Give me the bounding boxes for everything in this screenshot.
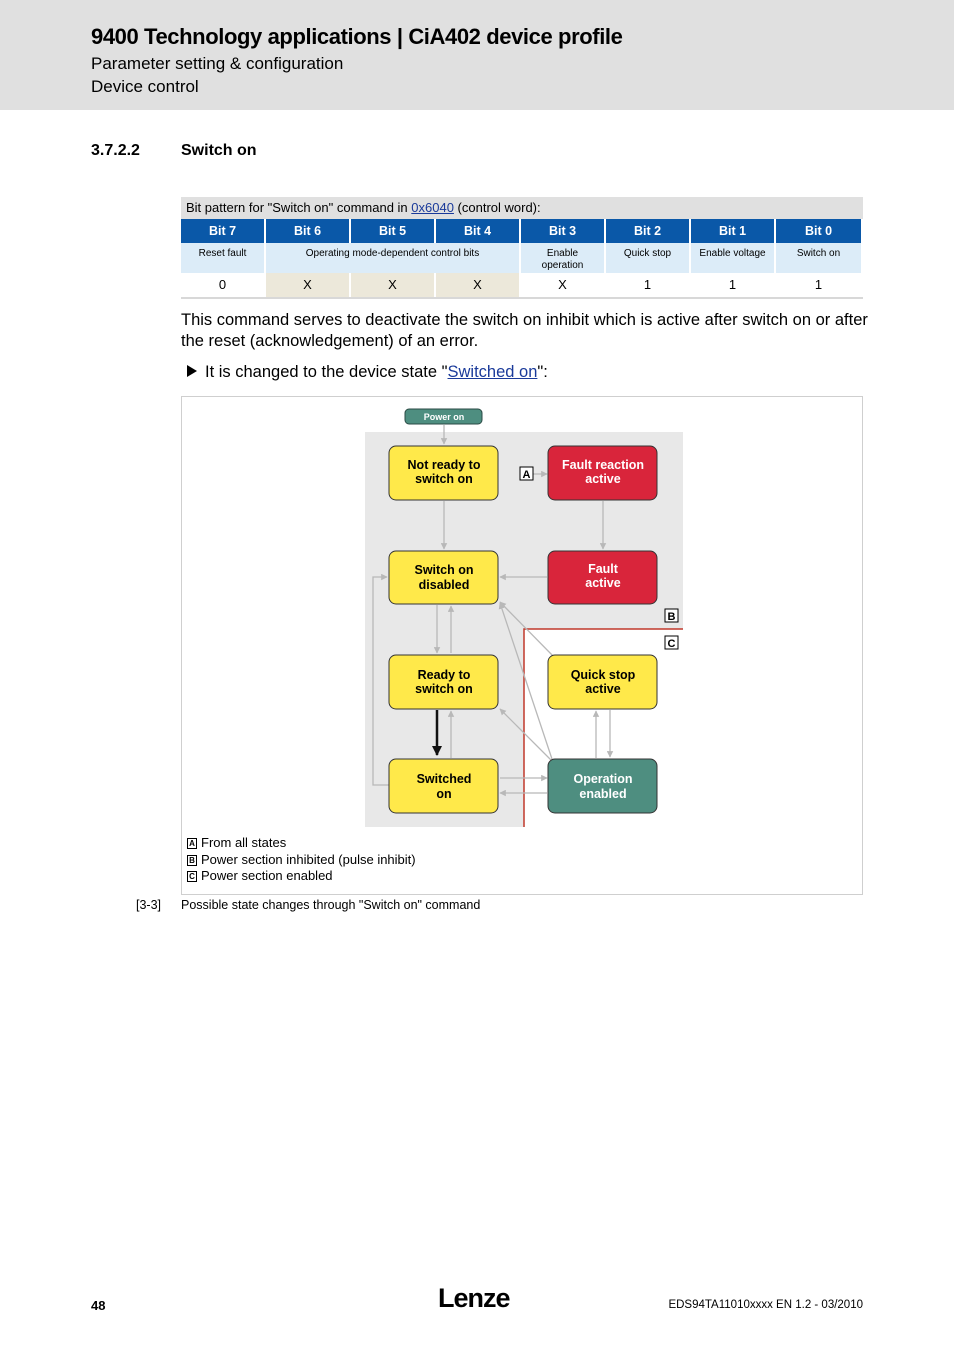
state-label: enabled [579,787,626,801]
lenze-logo: Lenze [438,1283,511,1313]
legend-text: From all states [201,835,287,850]
state-diagram: Power on Not ready to switch on Fault re… [365,408,683,827]
bullet-text: It is changed to the device state " [205,363,448,381]
state-label: Not ready to [408,458,481,472]
page-number: 48 [91,1298,106,1313]
state-not-ready: Not ready to switch on [388,445,499,501]
table-header-row: Bit 7 Bit 6 Bit 5 Bit 4 Bit 3 Bit 2 Bit … [181,219,863,243]
state-label: Quick stop [571,668,636,682]
marker-b: B [664,608,679,623]
state-label: switch on [415,682,473,696]
value-bit0: 1 [776,273,861,297]
state-ready-to-switch-on: Ready to switch on [388,654,499,710]
header-bit1: Bit 1 [691,219,776,243]
marker-c: C [664,635,679,650]
state-fault-reaction: Fault reaction active [547,445,658,501]
control-word-link[interactable]: 0x6040 [411,200,454,215]
desc-enable-operation: Enable operation [521,243,606,273]
desc-enable-voltage: Enable voltage [691,243,776,273]
state-operation-enabled: Operation enabled [547,758,658,814]
legend-key-a-icon: A [187,838,197,849]
header-bit6: Bit 6 [266,219,351,243]
state-diagram-figure: Power on Not ready to switch on Fault re… [181,396,863,895]
state-switch-on-disabled: Switch on disabled [388,550,499,605]
table-bottom-rule [181,297,863,299]
figure-caption: Possible state changes through "Switch o… [181,898,481,912]
value-bit5: X [351,273,436,297]
marker-a: A [519,466,534,481]
header-bit0: Bit 0 [776,219,861,243]
value-bit2: 1 [606,273,691,297]
state-label: Operation [573,772,632,786]
marker-label: C [668,638,676,650]
header-bit7: Bit 7 [181,219,266,243]
result-bullet: It is changed to the device state "Switc… [187,363,548,382]
state-label: Fault reaction [562,458,644,472]
state-fault: Fault active [547,550,658,605]
header-bit2: Bit 2 [606,219,691,243]
desc-mode-dependent: Operating mode-dependent control bits [266,243,521,273]
marker-label: A [523,469,531,481]
description-paragraph: This command serves to deactivate the sw… [181,311,868,350]
state-label: active [585,576,620,590]
legend-text: Power section inhibited (pulse inhibit) [201,852,416,867]
legend-item-b: B Power section inhibited (pulse inhibit) [187,852,416,867]
state-label: Fault [588,562,619,576]
state-label: on [436,787,451,801]
caption-text-end: (control word): [453,200,541,215]
value-bit6: X [266,273,351,297]
document-title: 9400 Technology applications | CiA402 de… [91,24,623,49]
legend-text: Power section enabled [201,868,333,883]
header-bit4: Bit 4 [436,219,521,243]
table-caption: Bit pattern for "Switch on" command in 0… [181,197,863,219]
section-title: Switch on [181,142,257,159]
section-path: Device control [91,77,199,96]
state-quick-stop: Quick stop active [547,654,658,710]
state-switched-on: Switched on [388,758,499,814]
marker-label: B [668,611,676,623]
header-bit5: Bit 5 [351,219,436,243]
state-label: Switch on [414,563,473,577]
desc-switch-on: Switch on [776,243,861,273]
legend-item-c: C Power section enabled [187,868,333,883]
caption-text: Bit pattern for "Switch on" command in [186,200,412,215]
desc-quick-stop: Quick stop [606,243,691,273]
desc-reset-fault: Reset fault [181,243,266,273]
figure-number: [3-3] [136,898,162,912]
switched-on-link[interactable]: Switched on [448,363,538,381]
value-bit7: 0 [181,273,266,297]
page-header: 9400 Technology applications | CiA402 de… [0,0,954,110]
value-bit3: X [521,273,606,297]
section-number: 3.7.2.2 [91,142,140,159]
chapter-title: Parameter setting & configuration [91,54,344,73]
power-on-label: Power on [424,412,465,422]
legend-key-b-icon: B [187,855,197,866]
bullet-text-end: ": [537,363,548,381]
legend-item-a: A From all states [187,835,286,850]
state-label: active [585,472,620,486]
state-label: Switched [417,772,472,786]
document-id: EDS94TA11010xxxx EN 1.2 - 03/2010 [668,1299,863,1311]
table-description-row: Reset fault Operating mode-dependent con… [181,243,863,273]
header-bit3: Bit 3 [521,219,606,243]
value-bit1: 1 [691,273,776,297]
state-label: disabled [419,578,470,592]
state-label: active [585,682,620,696]
state-label: switch on [415,472,473,486]
bullet-triangle-icon [187,365,197,377]
value-bit4: X [436,273,521,297]
bit-pattern-table: Bit pattern for "Switch on" command in 0… [181,197,863,299]
state-label: Ready to [418,668,471,682]
legend-key-c-icon: C [187,871,197,882]
table-value-row: 0 X X X X 1 1 1 [181,273,863,297]
